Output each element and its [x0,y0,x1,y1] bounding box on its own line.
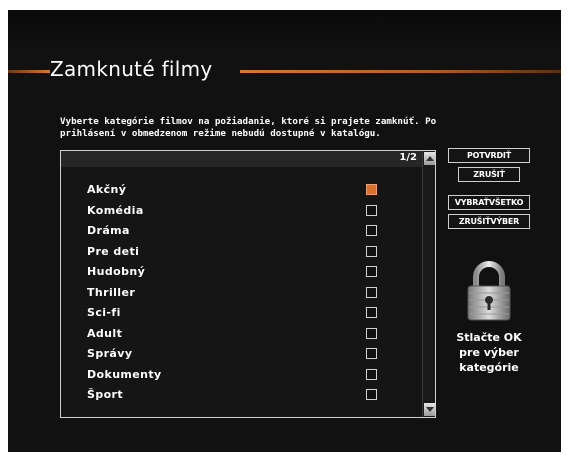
category-label: Správy [87,347,133,360]
tv-screen: Zamknuté filmy Vyberte kategórie filmov … [8,10,561,452]
category-checkbox[interactable] [366,225,377,236]
hint-line-2: pre výber [459,346,519,359]
category-label: Komédia [87,203,144,217]
category-label: Dráma [87,224,130,237]
list-item[interactable]: Thriller [61,284,423,305]
title-rule-left [8,70,50,73]
list-header: 1/2 [61,151,423,167]
list-item[interactable]: Adult [61,325,423,346]
category-label: Hudobný [87,265,146,278]
list-item[interactable]: Šport [61,386,423,407]
hint-line-3: kategórie [459,361,519,374]
page-title: Zamknuté filmy [50,57,213,81]
list-item[interactable]: Akčný [61,181,423,202]
category-checkbox[interactable] [366,348,377,359]
scroll-up-button[interactable] [424,152,435,165]
list-item[interactable]: Správy [61,345,423,366]
category-label: Šport [87,388,124,401]
category-label: Adult [87,326,123,340]
category-checkbox[interactable] [366,307,377,318]
instructions-line-2: prihlásení v obmedzenom režime nebudú do… [60,128,381,139]
category-checkbox[interactable] [366,286,377,298]
category-label: Akčný [87,183,127,196]
top-fade [8,10,561,50]
category-checkbox[interactable] [366,245,377,257]
category-checkbox[interactable] [366,204,377,216]
category-label: Sci-fi [87,306,121,319]
padlock-icon [467,261,511,321]
cancel-button[interactable]: ZRUŠIŤ [458,167,520,182]
category-checkbox[interactable] [366,368,377,380]
arrow-up-icon [425,156,434,161]
category-checkbox[interactable] [366,266,377,277]
instructions-line-1: Vyberte kategórie filmov na požiadanie, … [60,116,437,127]
category-label: Dokumenty [87,367,162,381]
category-checkbox[interactable] [366,184,377,195]
category-label: Pre deti [87,244,140,258]
list-item[interactable]: Komédia [61,202,423,223]
category-checkbox[interactable] [366,389,377,400]
instructions-text: Vyberte kategórie filmov na požiadanie, … [60,116,530,140]
confirm-button[interactable]: POTVRDIŤ [448,148,530,163]
category-label: Thriller [87,285,136,299]
arrow-down-icon [425,407,434,412]
category-list: Akčný Komédia Dráma Pre deti Hudobný Thriller… [61,181,423,407]
list-item[interactable]: Dráma [61,222,423,243]
list-item[interactable]: Sci-fi [61,304,423,325]
scrollbar[interactable] [422,151,435,417]
category-list-panel: 1/2 Akčný Komédia Dráma Pre deti Hudobný Thri… [60,150,436,418]
hint-text: Stlačte OK pre výber kategórie [444,330,534,375]
list-item[interactable]: Pre deti [61,243,423,264]
scroll-down-button[interactable] [424,403,435,416]
hint-line-1: Stlačte OK [456,331,522,344]
title-rule-right [240,70,561,73]
list-item[interactable]: Hudobný [61,263,423,284]
deselect-all-button[interactable]: ZRUŠIŤVÝBER [448,214,530,229]
category-checkbox[interactable] [366,327,377,339]
select-all-button[interactable]: VYBRAŤVŠETKO [448,195,530,210]
page-indicator: 1/2 [399,152,417,163]
list-item[interactable]: Dokumenty [61,366,423,387]
